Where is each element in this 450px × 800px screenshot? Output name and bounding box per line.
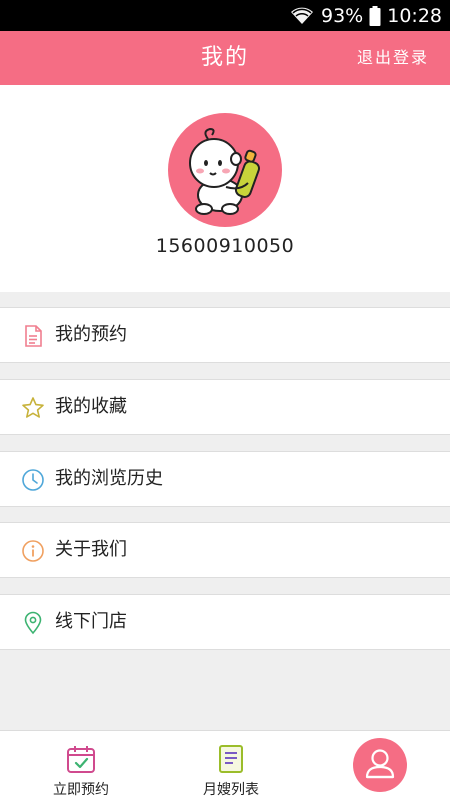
- document-icon: [21, 324, 45, 348]
- wifi-icon: [289, 6, 315, 26]
- menu-item-my-favorites[interactable]: 我的收藏: [0, 379, 450, 435]
- tab-label: 月嫂列表: [203, 782, 259, 798]
- baby-with-bottle-icon: [189, 127, 260, 215]
- list-document-icon: [215, 743, 247, 775]
- app-header: 我的 退出登录: [0, 31, 450, 85]
- menu-item-label: 我的收藏: [55, 396, 127, 417]
- profile-section: 15600910050: [0, 85, 450, 292]
- info-icon: [21, 539, 45, 563]
- avatar[interactable]: [168, 113, 282, 227]
- menu-item-label: 我的浏览历史: [55, 468, 163, 489]
- star-icon: [21, 396, 45, 420]
- user-phone-number: 15600910050: [155, 235, 295, 257]
- logout-button[interactable]: 退出登录: [357, 31, 429, 85]
- menu-item-offline-stores[interactable]: 线下门店: [0, 594, 450, 650]
- calendar-check-icon: [65, 743, 97, 775]
- menu-item-label: 线下门店: [55, 611, 127, 632]
- tab-profile[interactable]: [353, 738, 407, 792]
- menu-item-label: 我的预约: [55, 324, 127, 345]
- menu-item-my-appointments[interactable]: 我的预约: [0, 307, 450, 363]
- clock-time: 10:28: [387, 4, 442, 27]
- battery-percent: 93%: [321, 4, 364, 27]
- menu-item-label: 关于我们: [55, 539, 127, 560]
- tab-nanny-list[interactable]: 月嫂列表: [156, 731, 306, 800]
- status-bar: 93% 10:28: [0, 0, 450, 31]
- clock-icon: [21, 468, 45, 492]
- user-icon: [365, 749, 395, 779]
- menu-item-browsing-history[interactable]: 我的浏览历史: [0, 451, 450, 507]
- battery-icon: [369, 5, 381, 26]
- tab-book-now[interactable]: 立即预约: [6, 731, 156, 800]
- menu-item-about-us[interactable]: 关于我们: [0, 522, 450, 578]
- status-bar-right: 93% 10:28: [289, 0, 442, 31]
- location-pin-icon: [21, 611, 45, 635]
- tab-label: 立即预约: [53, 782, 109, 798]
